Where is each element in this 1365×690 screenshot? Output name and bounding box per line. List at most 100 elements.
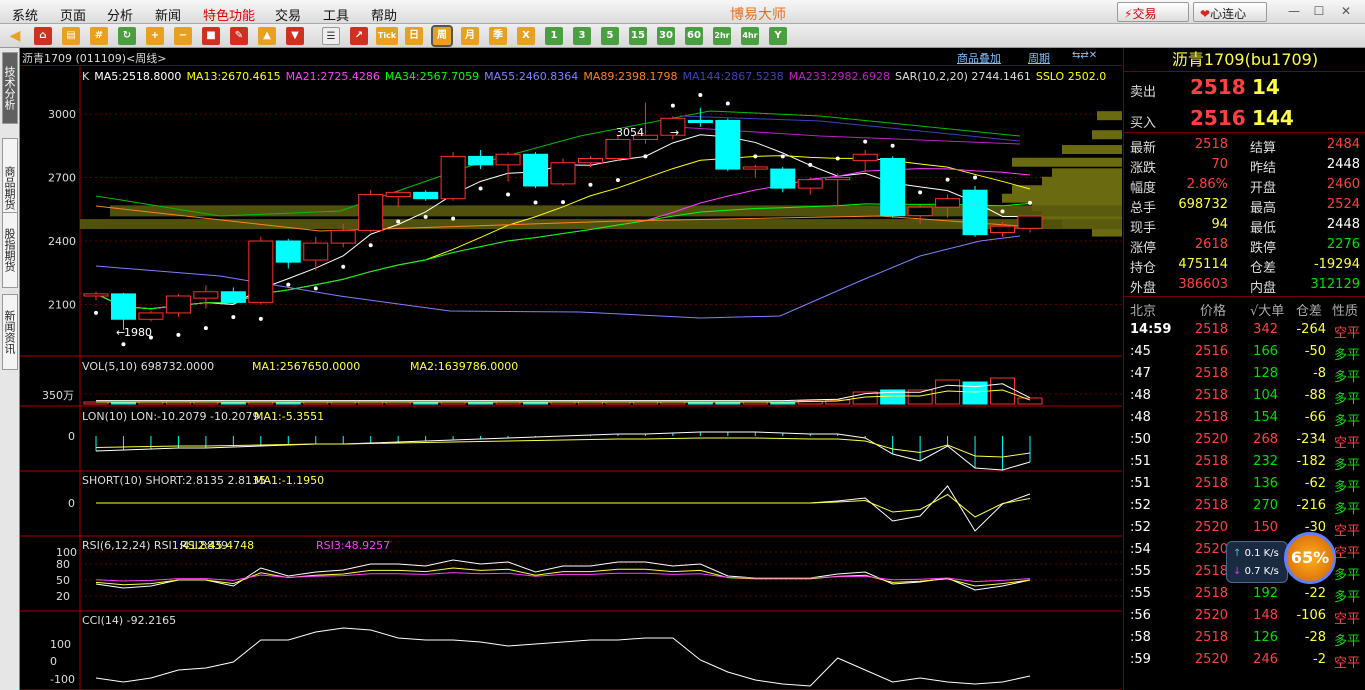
rsi-line bbox=[95, 572, 1031, 583]
chart-header: 沥青1709 (011109)<周线> 商品叠加 周期 ⇆⇄✕ bbox=[20, 48, 1122, 66]
refresh-icon[interactable]: ↻ bbox=[118, 27, 136, 45]
xinlianxin-button[interactable]: ❤心连心 bbox=[1193, 2, 1267, 22]
period-4hr[interactable]: 4hr bbox=[741, 27, 759, 45]
back-icon[interactable]: ◀ bbox=[6, 27, 24, 45]
tick-nature: 多平 bbox=[1333, 414, 1360, 429]
vol-tick: 350万 bbox=[42, 389, 74, 402]
tick-price: 2518 bbox=[1194, 498, 1228, 513]
chart-icon[interactable]: ↗ bbox=[350, 27, 368, 45]
candle-body bbox=[413, 191, 439, 200]
tick-volume: 104 bbox=[1253, 388, 1278, 403]
stat-value: 2484 bbox=[1326, 137, 1360, 152]
quote-row: 涨停 2618 跌停 2276 bbox=[1124, 235, 1365, 256]
toolbar: ◀ ⌂ ▤ # ↻ + − ■ ✎ ▲ ▼ ☰ ↗ Tick 日 周 月 季 X… bbox=[0, 24, 1365, 48]
tick-nature: 多平 bbox=[1333, 370, 1360, 385]
close-icon[interactable]: ✕ bbox=[1337, 4, 1355, 20]
home-icon[interactable]: ⌂ bbox=[34, 27, 52, 45]
menu-tools[interactable]: 工具 bbox=[323, 5, 349, 24]
layout-icons[interactable]: ⇆⇄✕ bbox=[1072, 50, 1097, 61]
short-ma: MA1:-1.1950 bbox=[254, 474, 324, 487]
period-1[interactable]: 1 bbox=[545, 27, 563, 45]
period-3[interactable]: 3 bbox=[573, 27, 591, 45]
left-tab-strip: 技术分析 商品期货 股指期货 新闻资讯 bbox=[0, 48, 20, 690]
menu-features[interactable]: 特色功能 bbox=[203, 5, 255, 24]
menu-help[interactable]: 帮助 bbox=[371, 5, 397, 24]
tick-volume: 192 bbox=[1253, 586, 1278, 601]
tick-oi-change: -50 bbox=[1304, 344, 1326, 359]
sar-dot bbox=[835, 156, 840, 161]
overlay-button[interactable]: 商品叠加 bbox=[957, 50, 1001, 66]
order-book: 卖出 2518 14 买入 2516 144 bbox=[1124, 73, 1365, 133]
tick-volume: 246 bbox=[1253, 652, 1278, 667]
tick-row: :48 2518 104 -88 多平 bbox=[1124, 385, 1365, 407]
period-quarter[interactable]: 季 bbox=[489, 27, 507, 45]
tick-time: 14:59 bbox=[1130, 322, 1172, 337]
pen-icon[interactable]: ✎ bbox=[230, 27, 248, 45]
minimize-icon[interactable]: — bbox=[1285, 4, 1303, 20]
network-speed-widget[interactable]: ↑ 0.1 K/s ↓ 0.7 K/s bbox=[1226, 541, 1288, 583]
sar-dot bbox=[643, 154, 648, 159]
period-x[interactable]: X bbox=[517, 27, 535, 45]
buy-label: 买入 bbox=[1130, 116, 1157, 131]
sar-dot bbox=[725, 101, 730, 106]
notes-icon[interactable]: ▤ bbox=[62, 27, 80, 45]
tick-row: :51 2518 232 -182 多平 bbox=[1124, 451, 1365, 473]
ma-legend-item: MA5:2518.8000 bbox=[94, 70, 182, 83]
period-30[interactable]: 30 bbox=[657, 27, 675, 45]
volume-profile-bar bbox=[1062, 145, 1122, 155]
period-60[interactable]: 60 bbox=[685, 27, 703, 45]
period-y[interactable]: Y bbox=[769, 27, 787, 45]
chart-area[interactable]: 沥青1709 (011109)<周线> 商品叠加 周期 ⇆⇄✕ 3000 2700… bbox=[20, 48, 1122, 690]
volume-profile-bar bbox=[1012, 185, 1122, 195]
stat-value: -19294 bbox=[1313, 257, 1360, 272]
filter-icon[interactable]: ▼ bbox=[286, 27, 304, 45]
period-month[interactable]: 月 bbox=[461, 27, 479, 45]
tab-index-futures[interactable]: 股指期货 bbox=[2, 212, 18, 288]
period-week[interactable]: 周 bbox=[431, 25, 453, 47]
candle-body bbox=[330, 229, 356, 244]
zoom-in-icon[interactable]: + bbox=[146, 27, 164, 45]
tab-news[interactable]: 新闻资讯 bbox=[2, 294, 18, 370]
volume-profile-bar bbox=[1097, 111, 1122, 121]
tick-volume: 150 bbox=[1253, 520, 1278, 535]
speed-badge[interactable]: 65% bbox=[1284, 532, 1336, 584]
tick-nature: 多平 bbox=[1333, 348, 1360, 363]
candle-body bbox=[715, 119, 741, 170]
tab-technical-analysis[interactable]: 技术分析 bbox=[2, 52, 18, 124]
menu-analysis[interactable]: 分析 bbox=[107, 5, 133, 24]
layers-icon[interactable]: ■ bbox=[202, 27, 220, 45]
period-2hr[interactable]: 2hr bbox=[713, 27, 731, 45]
tick-nature: 多平 bbox=[1333, 590, 1360, 605]
tick-volume: 270 bbox=[1253, 498, 1278, 513]
menu-news[interactable]: 新闻 bbox=[155, 5, 181, 24]
tick-button[interactable]: Tick bbox=[376, 27, 398, 45]
trade-button[interactable]: ⚡交易 bbox=[1117, 2, 1189, 22]
quote-row: 现手 94 最低 2448 bbox=[1124, 215, 1365, 236]
lon-ma-line bbox=[95, 437, 1031, 458]
volume-profile-bar bbox=[1052, 168, 1122, 178]
sar-dot bbox=[341, 264, 346, 269]
stat-label: 最新 bbox=[1130, 141, 1157, 156]
period-day[interactable]: 日 bbox=[405, 27, 423, 45]
fire-icon[interactable]: ▲ bbox=[258, 27, 276, 45]
maximize-icon[interactable]: ☐ bbox=[1310, 4, 1328, 20]
tick-volume: 342 bbox=[1253, 322, 1278, 337]
tick-volume: 154 bbox=[1253, 410, 1278, 425]
zoom-out-icon[interactable]: − bbox=[174, 27, 192, 45]
period-15[interactable]: 15 bbox=[629, 27, 647, 45]
candle-body bbox=[962, 189, 988, 236]
contract-title: 沥青1709(bu1709) bbox=[1124, 48, 1365, 72]
list-icon[interactable]: ☰ bbox=[322, 27, 340, 45]
stat-value: 698732 bbox=[1178, 197, 1228, 212]
menu-page[interactable]: 页面 bbox=[60, 5, 86, 24]
numbers-icon[interactable]: # bbox=[90, 27, 108, 45]
period-button[interactable]: 周期 bbox=[1028, 50, 1050, 66]
menu-trade[interactable]: 交易 bbox=[275, 5, 301, 24]
candle-body bbox=[797, 179, 823, 189]
menu-system[interactable]: 系统 bbox=[12, 5, 38, 24]
tick-list[interactable]: 14:59 2518 342 -264 空平:45 2516 166 -50 多… bbox=[1124, 319, 1365, 690]
cci-tick: 0 bbox=[50, 655, 57, 668]
period-5[interactable]: 5 bbox=[601, 27, 619, 45]
tick-time: :55 bbox=[1130, 564, 1151, 579]
candle-body bbox=[83, 293, 109, 297]
